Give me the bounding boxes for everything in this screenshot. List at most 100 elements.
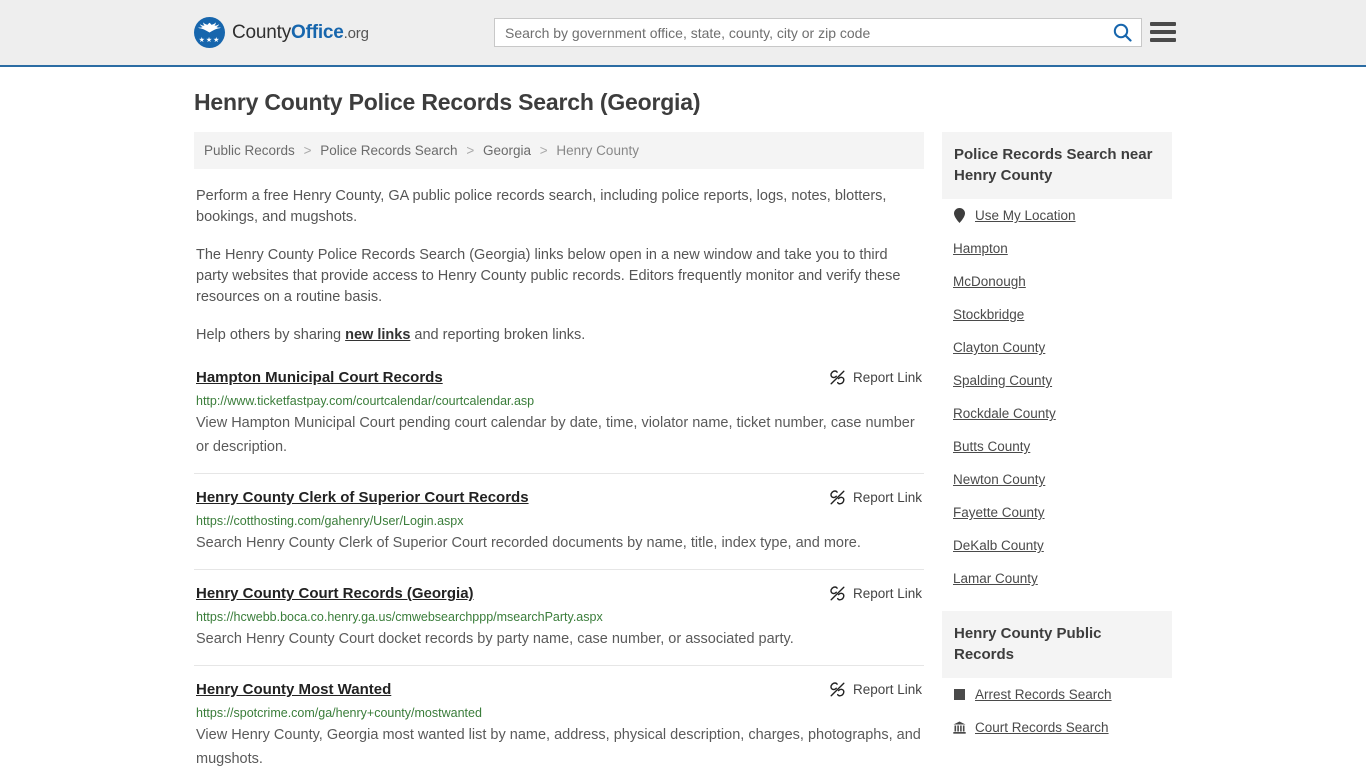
search-bar[interactable] xyxy=(494,18,1142,47)
sidebar-item-rockdale-county[interactable]: Rockdale County xyxy=(942,397,1172,430)
result-header: Henry County Court Records (Georgia) Rep… xyxy=(196,584,922,604)
sidebar-item-stockbridge[interactable]: Stockbridge xyxy=(942,298,1172,331)
logo-county: County xyxy=(232,21,292,43)
logo-office: Office xyxy=(291,21,344,43)
sidebar-link-label[interactable]: DeKalb County xyxy=(953,538,1044,553)
hamburger-bar xyxy=(1150,22,1176,26)
sidebar-link-label[interactable]: Spalding County xyxy=(953,373,1052,388)
sidebar-item-arrest-records-search[interactable]: Arrest Records Search xyxy=(942,678,1172,711)
sidebar-link-label[interactable]: Fayette County xyxy=(953,505,1045,520)
intro-paragraph-2: The Henry County Police Records Search (… xyxy=(196,247,901,305)
result-item: Henry County Clerk of Superior Court Rec… xyxy=(194,488,924,570)
sidebar-link-label[interactable]: Butts County xyxy=(953,439,1030,454)
intro-paragraph-1: Perform a free Henry County, GA public p… xyxy=(196,188,887,225)
report-link-label: Report Link xyxy=(852,370,922,385)
result-description: View Hampton Municipal Court pending cou… xyxy=(196,415,915,455)
hamburger-bar xyxy=(1150,30,1176,34)
breadcrumb: Public Records > Police Records Search >… xyxy=(194,132,924,169)
sidebar-item-spalding-county[interactable]: Spalding County xyxy=(942,364,1172,397)
sidebar-item-mcdonough[interactable]: McDonough xyxy=(942,265,1172,298)
results-list: Hampton Municipal Court Records Report L… xyxy=(194,368,924,768)
logo-text: CountyOffice.org xyxy=(232,22,369,44)
sidebar-link-label[interactable]: Court Records Search xyxy=(975,720,1109,735)
sidebar-link-label[interactable]: Arrest Records Search xyxy=(975,687,1112,702)
sidebar-link-label[interactable]: Stockbridge xyxy=(953,307,1024,322)
result-header: Henry County Most Wanted Report Link xyxy=(196,680,922,700)
result-title-link[interactable]: Henry County Court Records (Georgia) xyxy=(196,584,474,604)
breadcrumb-item-police-records-search[interactable]: Police Records Search xyxy=(320,143,457,158)
logo-org: .org xyxy=(343,24,369,42)
share-text-before: Help others by sharing xyxy=(196,327,346,343)
sidebar-link-label[interactable]: Lamar County xyxy=(953,571,1038,586)
broken-link-icon xyxy=(830,490,845,505)
result-description: Search Henry County Clerk of Superior Co… xyxy=(196,535,861,551)
breadcrumb-separator: > xyxy=(303,143,312,158)
site-header: ★★★ CountyOffice.org xyxy=(0,0,1366,67)
page-body: Henry County Police Records Search (Geor… xyxy=(0,89,1366,768)
sidebar: Police Records Search near Henry County … xyxy=(942,132,1172,768)
stars-icon: ★★★ xyxy=(198,37,221,44)
sidebar-item-clayton-county[interactable]: Clayton County xyxy=(942,331,1172,364)
courthouse-icon xyxy=(953,720,966,735)
sidebar-public-records-heading: Henry County Public Records xyxy=(942,611,1172,678)
map-pin-icon xyxy=(953,208,966,223)
breadcrumb-item-public-records[interactable]: Public Records xyxy=(204,143,295,158)
report-link-button[interactable]: Report Link xyxy=(829,368,922,386)
breadcrumb-item-henry-county: Henry County xyxy=(556,143,639,158)
sidebar-item-court-records-search[interactable]: Court Records Search xyxy=(942,711,1172,744)
sidebar-item-lamar-county[interactable]: Lamar County xyxy=(942,562,1172,595)
hamburger-bar xyxy=(1150,38,1176,42)
breadcrumb-item-georgia[interactable]: Georgia xyxy=(483,143,531,158)
sidebar-nearby-list: Use My Location Hampton McDonough Stockb… xyxy=(942,199,1172,595)
sidebar-public-records-list: Arrest Records Search Court Records Sear… xyxy=(942,678,1172,744)
result-header: Hampton Municipal Court Records Report L… xyxy=(196,368,922,388)
sidebar-item-hampton[interactable]: Hampton xyxy=(942,232,1172,265)
search-button[interactable] xyxy=(1103,19,1141,46)
sidebar-link-label[interactable]: Use My Location xyxy=(975,208,1076,223)
result-url: https://cotthosting.com/gahenry/User/Log… xyxy=(196,514,464,528)
result-description: Search Henry County Court docket records… xyxy=(196,631,794,647)
result-item: Henry County Most Wanted Report Link htt… xyxy=(194,680,924,768)
content-row: Public Records > Police Records Search >… xyxy=(194,132,1172,768)
site-logo[interactable]: ★★★ CountyOffice.org xyxy=(194,17,369,48)
sidebar-link-label[interactable]: Newton County xyxy=(953,472,1045,487)
sidebar-link-label[interactable]: Clayton County xyxy=(953,340,1045,355)
report-link-button[interactable]: Report Link xyxy=(829,584,922,602)
result-description: View Henry County, Georgia most wanted l… xyxy=(196,727,921,767)
hamburger-menu-icon[interactable] xyxy=(1150,19,1176,45)
sidebar-nearby-heading: Police Records Search near Henry County xyxy=(942,132,1172,199)
search-icon xyxy=(1113,23,1132,42)
sidebar-link-label[interactable]: McDonough xyxy=(953,274,1026,289)
broken-link-icon xyxy=(830,586,845,601)
result-title-link[interactable]: Henry County Most Wanted xyxy=(196,680,391,700)
eagle-icon xyxy=(198,22,221,33)
result-item: Henry County Court Records (Georgia) Rep… xyxy=(194,584,924,666)
result-url: https://spotcrime.com/ga/henry+county/mo… xyxy=(196,706,482,720)
intro-paragraph-3: Help others by sharing new links and rep… xyxy=(194,325,924,346)
search-input[interactable] xyxy=(495,19,1103,46)
report-link-label: Report Link xyxy=(852,682,922,697)
sidebar-link-label[interactable]: Hampton xyxy=(953,241,1008,256)
result-url: http://www.ticketfastpay.com/courtcalend… xyxy=(196,394,535,408)
sidebar-item-newton-county[interactable]: Newton County xyxy=(942,463,1172,496)
result-title-link[interactable]: Hampton Municipal Court Records xyxy=(196,368,443,388)
result-item: Hampton Municipal Court Records Report L… xyxy=(194,368,924,474)
sidebar-item-fayette-county[interactable]: Fayette County xyxy=(942,496,1172,529)
new-links-link[interactable]: new links xyxy=(345,327,410,343)
result-url: https://hcwebb.boca.co.henry.ga.us/cmweb… xyxy=(196,610,603,624)
result-title-link[interactable]: Henry County Clerk of Superior Court Rec… xyxy=(196,488,529,508)
sidebar-item-dekalb-county[interactable]: DeKalb County xyxy=(942,529,1172,562)
square-badge-icon xyxy=(953,687,966,702)
breadcrumb-separator: > xyxy=(466,143,475,158)
sidebar-item-use-my-location[interactable]: Use My Location xyxy=(942,199,1172,232)
sidebar-link-label[interactable]: Rockdale County xyxy=(953,406,1056,421)
report-link-button[interactable]: Report Link xyxy=(829,680,922,698)
result-header: Henry County Clerk of Superior Court Rec… xyxy=(196,488,922,508)
broken-link-icon xyxy=(830,682,845,697)
eagle-badge-icon: ★★★ xyxy=(194,17,225,48)
report-link-button[interactable]: Report Link xyxy=(829,488,922,506)
breadcrumb-separator: > xyxy=(539,143,548,158)
report-link-label: Report Link xyxy=(852,586,922,601)
report-link-label: Report Link xyxy=(852,490,922,505)
sidebar-item-butts-county[interactable]: Butts County xyxy=(942,430,1172,463)
